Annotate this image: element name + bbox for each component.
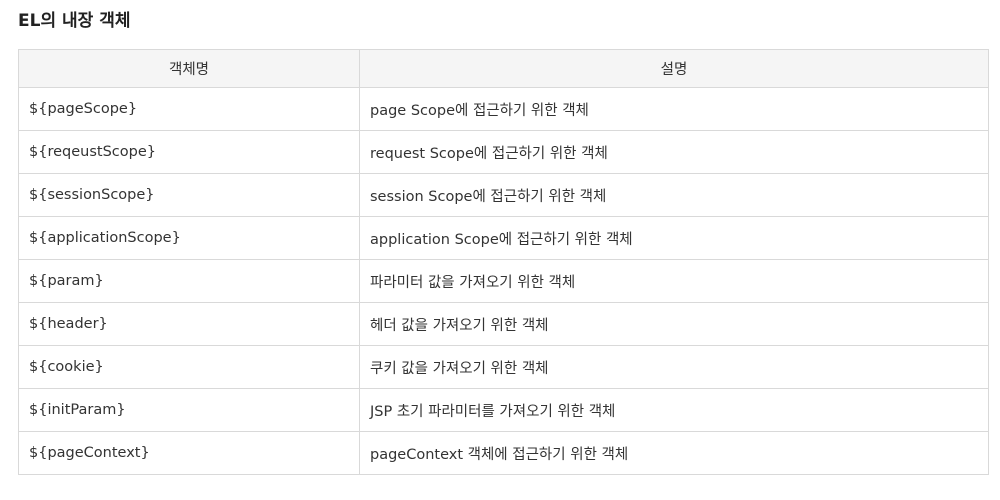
description-cell: request Scope에 접근하기 위한 객체	[359, 130, 989, 174]
table-row: ${cookie} 쿠키 값을 가져오기 위한 객체	[18, 345, 989, 389]
object-name-cell: ${pageScope}	[18, 87, 360, 131]
object-name-cell: ${sessionScope}	[18, 173, 360, 217]
column-header-object-name: 객체명	[18, 49, 360, 88]
table-row: ${header} 헤더 값을 가져오기 위한 객체	[18, 302, 989, 346]
column-header-description: 설명	[359, 49, 989, 88]
object-name-cell: ${applicationScope}	[18, 216, 360, 260]
description-cell: 파라미터 값을 가져오기 위한 객체	[359, 259, 989, 303]
description-cell: session Scope에 접근하기 위한 객체	[359, 173, 989, 217]
description-cell: page Scope에 접근하기 위한 객체	[359, 87, 989, 131]
table-row: ${applicationScope} application Scope에 접…	[18, 216, 989, 260]
object-name-cell: ${header}	[18, 302, 360, 346]
object-name-cell: ${param}	[18, 259, 360, 303]
object-name-cell: ${pageContext}	[18, 431, 360, 475]
table-row: ${pageScope} page Scope에 접근하기 위한 객체	[18, 87, 989, 131]
table-row: ${param} 파라미터 값을 가져오기 위한 객체	[18, 259, 989, 303]
description-cell: application Scope에 접근하기 위한 객체	[359, 216, 989, 260]
table-row: ${initParam} JSP 초기 파라미터를 가져오기 위한 객체	[18, 388, 989, 432]
table-row: ${sessionScope} session Scope에 접근하기 위한 객…	[18, 173, 989, 217]
table-header-row: 객체명 설명	[18, 49, 989, 88]
section-title: EL의 내장 객체	[18, 11, 131, 31]
description-cell: pageContext 객체에 접근하기 위한 객체	[359, 431, 989, 475]
el-objects-table: 객체명 설명 ${pageScope} page Scope에 접근하기 위한 …	[18, 49, 989, 475]
object-name-cell: ${reqeustScope}	[18, 130, 360, 174]
object-name-cell: ${initParam}	[18, 388, 360, 432]
table-row: ${pageContext} pageContext 객체에 접근하기 위한 객…	[18, 431, 989, 475]
table-row: ${reqeustScope} request Scope에 접근하기 위한 객…	[18, 130, 989, 174]
object-name-cell: ${cookie}	[18, 345, 360, 389]
description-cell: JSP 초기 파라미터를 가져오기 위한 객체	[359, 388, 989, 432]
description-cell: 쿠키 값을 가져오기 위한 객체	[359, 345, 989, 389]
description-cell: 헤더 값을 가져오기 위한 객체	[359, 302, 989, 346]
